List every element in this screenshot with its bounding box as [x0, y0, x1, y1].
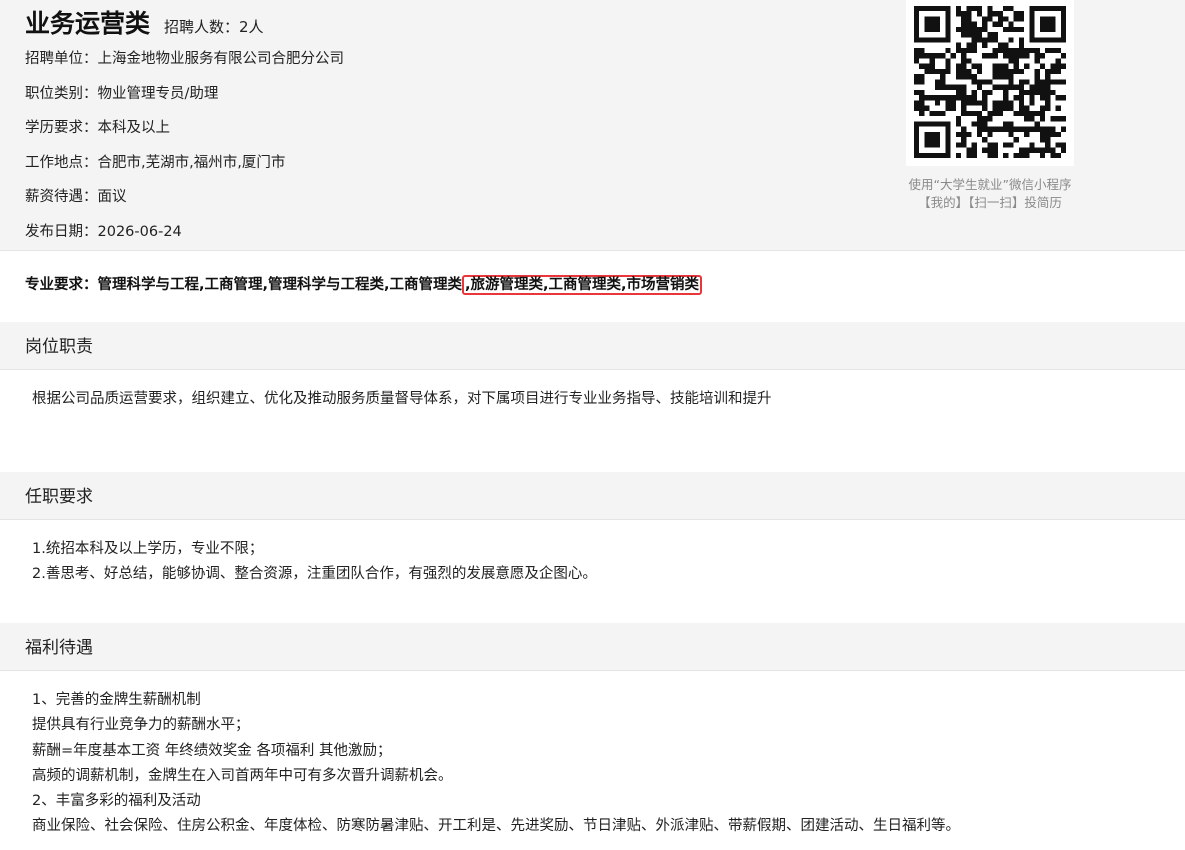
duties-line: 根据公司品质运营要求，组织建立、优化及推动服务质量督导体系，对下属项目进行专业业…	[32, 391, 772, 407]
qr-caption: 使用“大学生就业”微信小程序 【我的】【扫一扫】投简历	[880, 176, 1100, 212]
hire-count: 招聘人数：2人	[164, 18, 264, 36]
info-publish-date: 发布日期：2026-06-24	[25, 223, 182, 240]
requirement-line: 1.统招本科及以上学历，专业不限；	[32, 541, 264, 557]
section-header-requirements: 任职要求	[0, 472, 1185, 520]
info-employer: 招聘单位：上海金地物业服务有限公司合肥分公司	[25, 51, 344, 67]
qr-code-graphic	[914, 6, 1066, 158]
section-header-benefits: 福利待遇	[0, 623, 1185, 671]
section-title-requirements: 任职要求	[25, 487, 93, 507]
section-title-duties: 岗位职责	[25, 337, 93, 357]
job-header: 业务运营类 招聘人数：2人 招聘单位：上海金地物业服务有限公司合肥分公司 职位类…	[0, 0, 1185, 251]
benefit-line: 高频的调薪机制，金牌生在入司首两年中可有多次晋升调薪机会。	[32, 767, 453, 784]
title-row: 业务运营类 招聘人数：2人	[25, 4, 264, 40]
job-title: 业务运营类	[25, 9, 151, 38]
section-title-benefits: 福利待遇	[25, 638, 93, 658]
job-info-list: 招聘单位：上海金地物业服务有限公司合肥分公司 职位类别：物业管理专员/助理 学历…	[25, 46, 344, 253]
section-header-duties: 岗位职责	[0, 322, 1185, 370]
major-highlight-box: ,旅游管理类,工商管理类,市场营销类	[462, 275, 703, 295]
benefit-line: 商业保险、社会保险、住房公积金、年度体检、防寒防暑津贴、开工利是、先进奖励、节日…	[32, 818, 960, 835]
benefit-line: 2、丰富多彩的福利及活动	[32, 793, 201, 810]
section-body-benefits: 1、完善的金牌生薪酬机制 提供具有行业竞争力的薪酬水平； 薪酬=年度基本工资 年…	[32, 688, 960, 840]
qr-caption-line2: 【我的】【扫一扫】投简历	[918, 195, 1062, 210]
section-body-requirements: 1.统招本科及以上学历，专业不限； 2.善思考、好总结，能够协调、整合资源，注重…	[32, 537, 597, 588]
info-salary: 薪资待遇：面议	[25, 189, 127, 205]
benefit-line: 提供具有行业竞争力的薪酬水平；	[32, 717, 250, 734]
major-label: 专业要求：	[25, 277, 98, 293]
qr-code-icon	[906, 0, 1074, 166]
major-list: 管理科学与工程,工商管理,管理科学与工程类,工商管理类	[97, 277, 463, 293]
requirement-line: 2.善思考、好总结，能够协调、整合资源，注重团队合作，有强烈的发展意愿及企图心。	[32, 566, 597, 583]
info-education: 学历要求：本科及以上	[25, 120, 170, 136]
benefit-line: 1、完善的金牌生薪酬机制	[32, 692, 201, 708]
info-category: 职位类别：物业管理专员/助理	[25, 85, 219, 102]
qr-caption-line1: 使用“大学生就业”微信小程序	[908, 177, 1072, 192]
benefit-line: 薪酬=年度基本工资 年终绩效奖金 各项福利 其他激励；	[32, 742, 392, 759]
job-detail-page: 业务运营类 招聘人数：2人 招聘单位：上海金地物业服务有限公司合肥分公司 职位类…	[0, 0, 1185, 850]
section-body-duties: 根据公司品质运营要求，组织建立、优化及推动服务质量督导体系，对下属项目进行专业业…	[32, 387, 772, 412]
info-location: 工作地点：合肥市,芜湖市,福州市,厦门市	[25, 154, 286, 171]
major-requirement: 专业要求：管理科学与工程,工商管理,管理科学与工程类,工商管理类 ,旅游管理类,工…	[25, 270, 703, 300]
